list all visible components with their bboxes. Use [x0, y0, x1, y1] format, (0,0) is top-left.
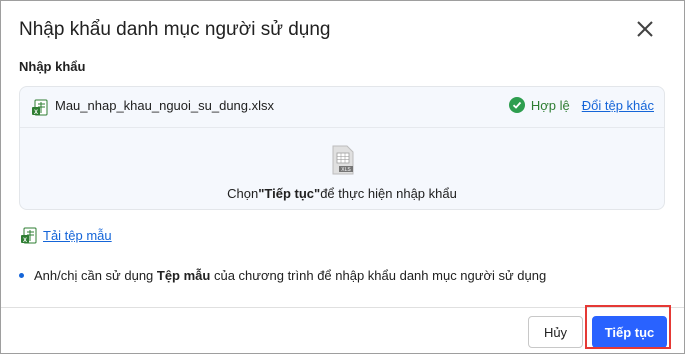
hint-suffix: để thực hiện nhập khẩu: [320, 186, 457, 201]
svg-text:X: X: [34, 110, 38, 116]
note-emphasis: Tệp mẫu: [156, 268, 211, 283]
check-circle-icon: [508, 97, 525, 113]
excel-file-icon: X: [21, 227, 37, 244]
import-section-label: Nhập khẩu: [19, 59, 86, 74]
cancel-button[interactable]: Hủy: [528, 316, 583, 348]
note-suffix: của chương trình để nhập khẩu danh mục n…: [210, 268, 547, 283]
bullet-icon: [19, 273, 24, 278]
xls-file-icon: XLS: [332, 145, 354, 175]
upload-dropzone[interactable]: X Mau_nhap_khau_nguoi_su_dung.xlsx Hợp l…: [19, 86, 665, 210]
hint-prefix: Chọn: [227, 186, 259, 201]
excel-file-icon: X: [32, 99, 48, 116]
file-status: Hợp lệ: [530, 97, 570, 113]
import-users-dialog: Nhập khẩu danh mục người sử dụng Nhập kh…: [0, 0, 685, 354]
selected-file-row: X Mau_nhap_khau_nguoi_su_dung.xlsx Hợp l…: [20, 87, 664, 128]
usage-note: Anh/chị cần sử dụng Tệp mẫu của chương t…: [19, 268, 546, 283]
file-name: Mau_nhap_khau_nguoi_su_dung.xlsx: [55, 98, 275, 113]
note-text: Anh/chị cần sử dụng Tệp mẫu của chương t…: [34, 268, 546, 283]
dialog-title: Nhập khẩu danh mục người sử dụng: [19, 19, 331, 40]
svg-text:X: X: [23, 238, 27, 244]
change-file-link[interactable]: Đổi tệp khác: [582, 98, 654, 113]
close-button[interactable]: [634, 18, 656, 40]
close-icon: [637, 21, 653, 37]
file-status-group: Hợp lệ Đổi tệp khác: [508, 97, 654, 113]
continue-button-highlight: [585, 305, 671, 349]
upload-hint: Chọn"Tiếp tục"để thực hiện nhập khẩu: [20, 186, 664, 201]
dialog-header: Nhập khẩu danh mục người sử dụng: [19, 18, 664, 42]
svg-text:XLS: XLS: [341, 167, 351, 173]
download-template-row[interactable]: X Tải tệp mẫu: [21, 227, 112, 244]
hint-emphasis: "Tiếp tục": [258, 186, 321, 201]
download-template-link[interactable]: Tải tệp mẫu: [43, 228, 112, 243]
footer-divider: [1, 307, 684, 308]
note-prefix: Anh/chị cần sử dụng: [34, 268, 157, 283]
